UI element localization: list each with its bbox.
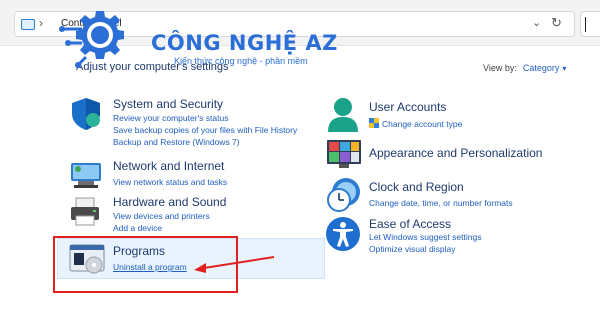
link-change-account-type[interactable]: Change account type: [382, 119, 462, 129]
category-hardware-sound: Hardware and Sound View devices and prin…: [68, 194, 318, 234]
category-title[interactable]: Ease of Access: [369, 217, 451, 231]
annotation-arrow-icon: [194, 256, 275, 273]
uac-shield-icon: [369, 118, 379, 128]
accessibility-icon: [326, 217, 360, 251]
brand-name: CÔNG NGHỆ AZ: [151, 31, 338, 55]
text-caret: [585, 17, 586, 32]
network-icon: [71, 163, 101, 188]
link-date-time-formats[interactable]: Change date, time, or number formats: [369, 198, 513, 208]
category-title[interactable]: Appearance and Personalization: [369, 146, 542, 160]
printer-icon: [71, 197, 99, 226]
category-network-internet: Network and Internet View network status…: [68, 157, 318, 193]
category-title[interactable]: Clock and Region: [369, 180, 464, 194]
view-by: View by: Category ▾: [483, 63, 566, 73]
category-title[interactable]: User Accounts: [369, 100, 446, 114]
refresh-icon[interactable]: ↻: [551, 15, 562, 31]
category-title[interactable]: Hardware and Sound: [113, 195, 226, 209]
link-devices-printers[interactable]: View devices and printers: [113, 211, 210, 221]
category-appearance: Appearance and Personalization: [325, 138, 595, 170]
shield-icon: [72, 98, 100, 130]
link-file-history[interactable]: Save backup copies of your files with Fi…: [113, 125, 297, 135]
breadcrumb-separator: ›: [39, 16, 43, 30]
view-by-label: View by:: [483, 63, 517, 73]
category-title[interactable]: Network and Internet: [113, 159, 224, 173]
category-user-accounts: User Accounts Change account type: [325, 96, 595, 136]
brand-logo-icon: [59, 11, 124, 68]
link-optimize-display[interactable]: Optimize visual display: [369, 244, 455, 254]
view-by-dropdown[interactable]: Category: [523, 63, 560, 73]
link-add-device[interactable]: Add a device: [113, 223, 162, 233]
control-panel-icon: [21, 19, 35, 30]
clock-icon: [327, 178, 360, 212]
user-icon: [328, 98, 358, 132]
appearance-icon: [327, 140, 361, 168]
category-system-security: System and Security Review your computer…: [68, 96, 318, 148]
link-network-status[interactable]: View network status and tasks: [113, 177, 227, 187]
link-suggest-settings[interactable]: Let Windows suggest settings: [369, 232, 481, 242]
link-review-status[interactable]: Review your computer's status: [113, 113, 228, 123]
brand-watermark: CÔNG NGHỆ AZ Kiến thức công nghệ - phần …: [58, 7, 348, 77]
view-by-arrow-icon[interactable]: ▾: [562, 64, 566, 73]
category-ease-of-access: Ease of Access Let Windows suggest setti…: [325, 216, 595, 256]
brand-tagline: Kiến thức công nghệ - phần mềm: [174, 56, 308, 66]
category-title[interactable]: System and Security: [113, 97, 223, 111]
category-clock-region: Clock and Region Change date, time, or n…: [325, 176, 595, 214]
link-backup-restore[interactable]: Backup and Restore (Windows 7): [113, 137, 240, 147]
chevron-down-icon[interactable]: ⌄: [532, 16, 541, 29]
search-input[interactable]: [580, 11, 600, 37]
